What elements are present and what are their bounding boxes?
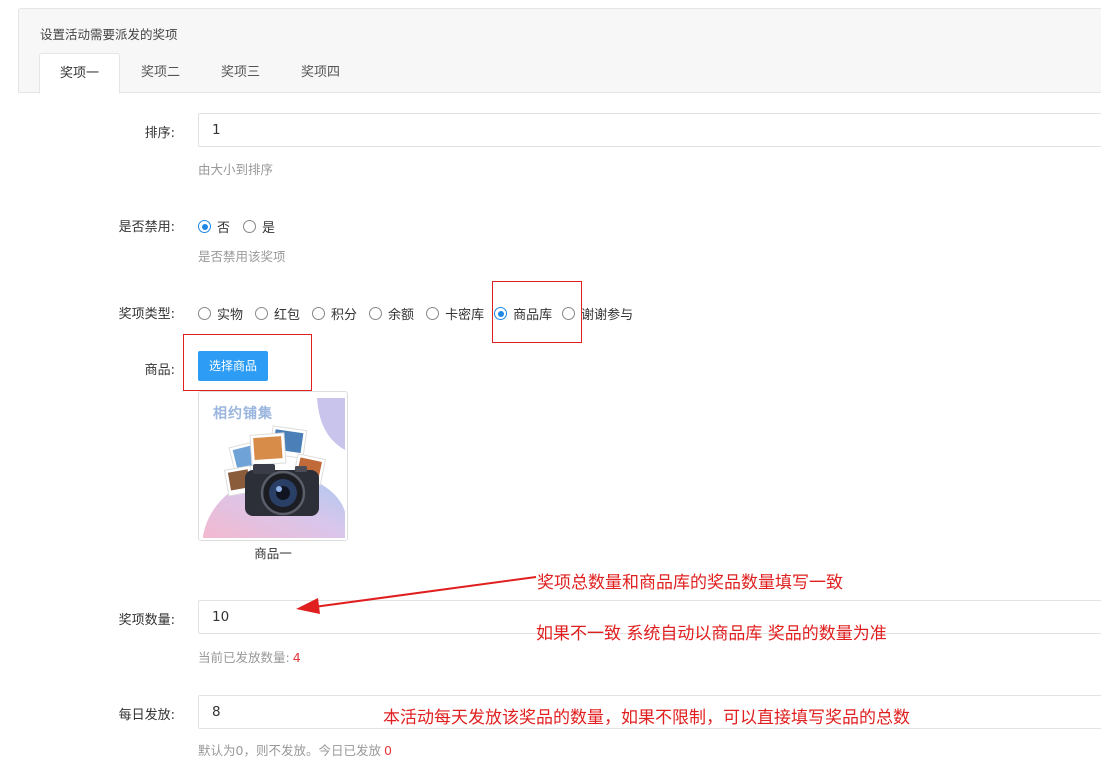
annotation-text-2: 如果不一致 系统自动以商品库 奖品的数量为准 [536, 624, 887, 644]
annotation-text-3: 本活动每天发放该奖品的数量，如果不限制，可以直接填写奖品的总数 [383, 708, 910, 728]
annotation-text-1: 奖项总数量和商品库的奖品数量填写一致 [537, 573, 843, 593]
annotation-arrow [296, 576, 537, 614]
